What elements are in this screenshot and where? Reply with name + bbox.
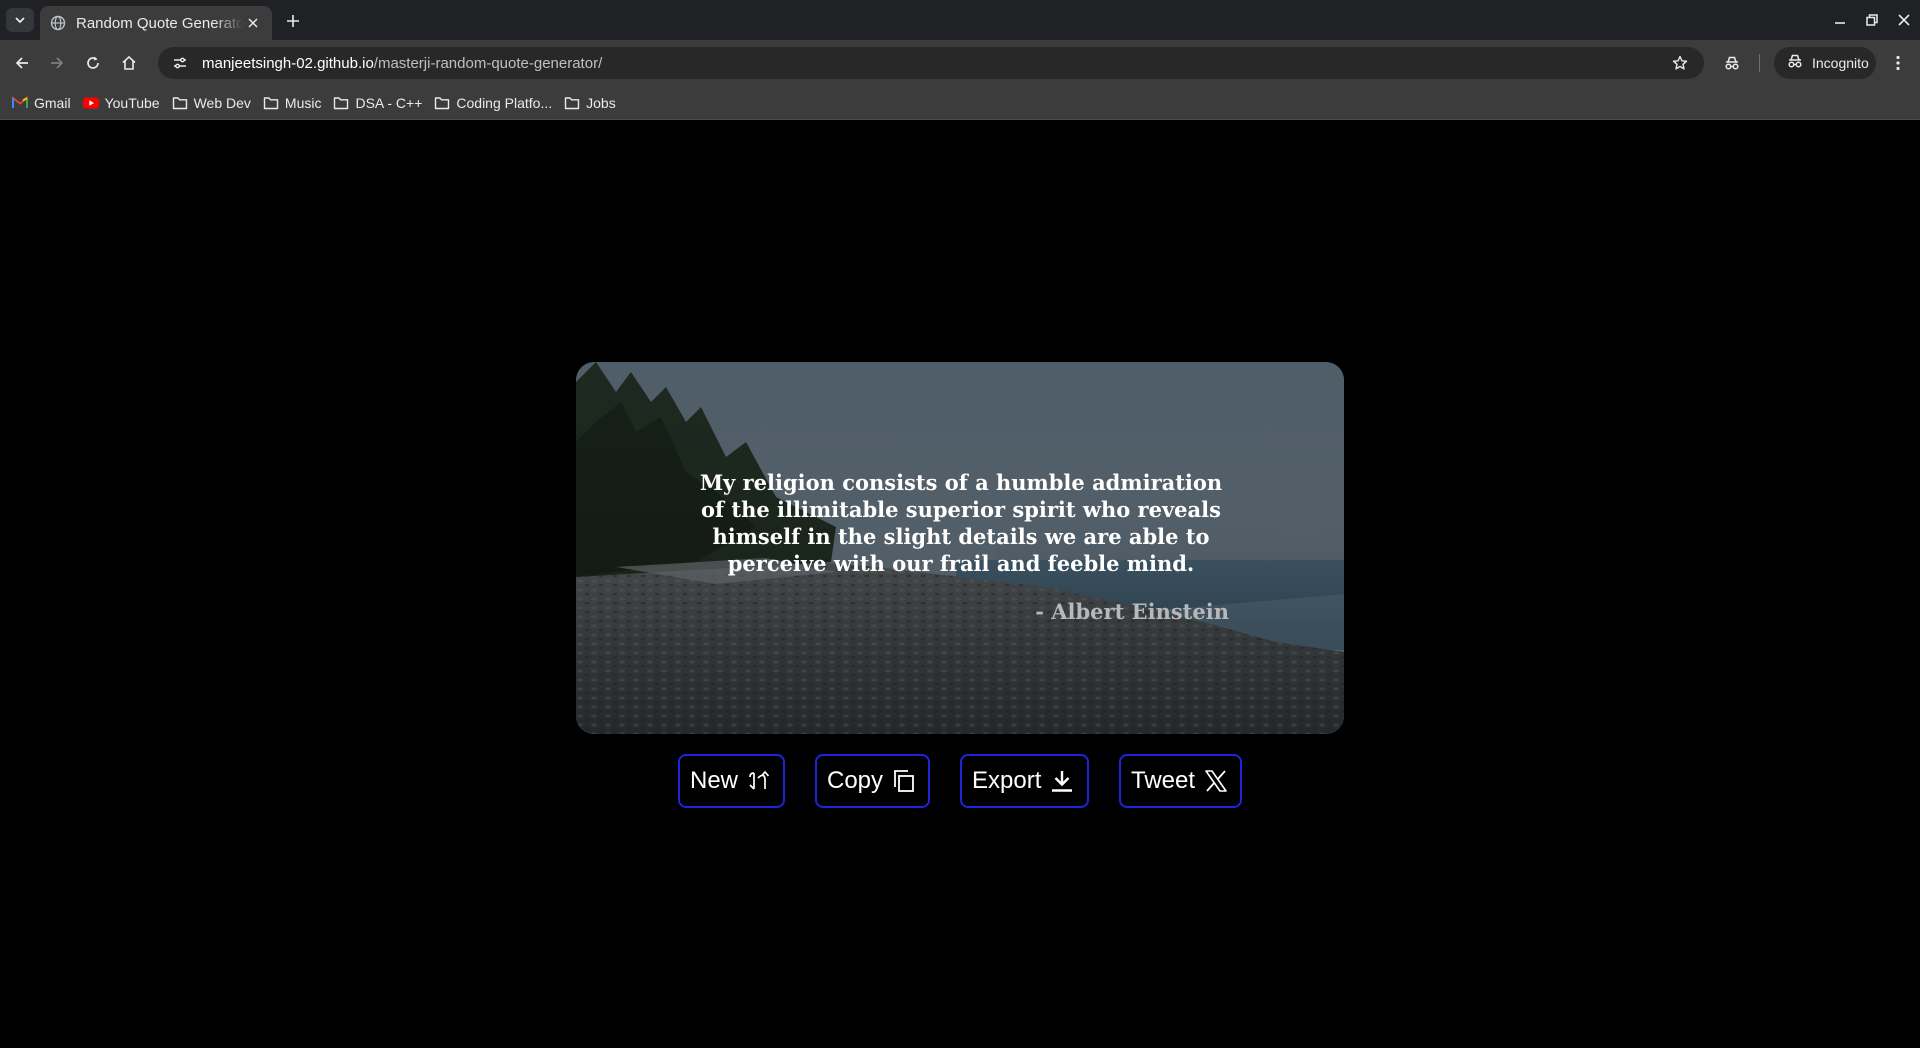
url-host: manjeetsingh-02.github.io xyxy=(202,54,374,72)
restore-button[interactable] xyxy=(1856,0,1888,40)
bookmark-label: DSA - C++ xyxy=(355,94,423,111)
back-button[interactable] xyxy=(10,51,34,75)
bookmark-label: Gmail xyxy=(34,94,71,111)
incognito-extension-icon[interactable] xyxy=(1720,51,1744,75)
home-button[interactable] xyxy=(117,51,141,75)
refresh-arrows-icon xyxy=(746,768,772,794)
tab-title: Random Quote Generator xyxy=(76,14,244,32)
export-quote-button[interactable]: Export xyxy=(960,754,1089,808)
minimize-button[interactable] xyxy=(1824,0,1856,40)
arrow-left-icon xyxy=(15,57,28,69)
quote-author: - Albert Einstein xyxy=(1035,599,1229,624)
restore-icon xyxy=(1866,14,1878,26)
bookmark-label: YouTube xyxy=(104,94,160,111)
bookmark-item[interactable]: Jobs xyxy=(562,89,624,117)
arrow-right-icon xyxy=(51,57,64,69)
minimize-icon xyxy=(1835,22,1845,24)
tab-search-button[interactable] xyxy=(6,8,34,32)
kebab-menu-icon xyxy=(1896,55,1900,71)
folder-icon xyxy=(263,95,279,111)
bookmark-label: Coding Platfo... xyxy=(456,94,553,111)
quote-card: My religion consists of a humble admirat… xyxy=(576,362,1344,734)
folder-icon xyxy=(172,95,188,111)
reload-icon xyxy=(87,56,99,69)
toolbar-divider xyxy=(1759,54,1760,72)
download-icon xyxy=(1049,768,1075,794)
bookmarks-bar: Gmail YouTube Web Dev Music DSA - C++ Coding … xyxy=(0,86,1920,120)
globe-icon xyxy=(50,15,66,31)
forward-button[interactable] xyxy=(45,51,69,75)
close-tab-icon[interactable] xyxy=(244,14,262,32)
close-icon xyxy=(1898,14,1910,26)
bookmark-star-icon[interactable] xyxy=(1668,51,1692,75)
bookmark-label: Music xyxy=(284,94,322,111)
export-quote-label: Export xyxy=(972,767,1042,794)
bookmark-label: Jobs xyxy=(586,94,616,111)
incognito-label: Incognito xyxy=(1812,55,1869,71)
new-quote-label: New xyxy=(690,767,739,794)
site-info-icon[interactable] xyxy=(166,51,194,75)
page-content: My religion consists of a humble admirat… xyxy=(0,121,1920,1048)
copy-quote-label: Copy xyxy=(827,767,884,794)
folder-icon xyxy=(333,95,349,111)
folder-icon xyxy=(434,95,450,111)
action-buttons: New Copy Export Tweet xyxy=(0,754,1920,808)
chevron-down-icon xyxy=(15,17,25,24)
close-window-button[interactable] xyxy=(1888,0,1920,40)
active-tab[interactable]: Random Quote Generator xyxy=(40,6,272,40)
bookmark-item[interactable]: Music xyxy=(261,89,330,117)
tab-strip: Random Quote Generator xyxy=(0,0,1920,40)
bookmark-item[interactable]: DSA - C++ xyxy=(331,89,430,117)
folder-icon xyxy=(564,95,580,111)
incognito-badge[interactable]: Incognito xyxy=(1774,47,1876,79)
bookmark-item[interactable]: Gmail xyxy=(10,89,79,117)
bookmark-label: Web Dev xyxy=(193,94,251,111)
home-icon xyxy=(122,55,136,70)
reload-button[interactable] xyxy=(81,51,105,75)
bookmark-item[interactable]: Coding Platfo... xyxy=(432,89,560,117)
youtube-icon xyxy=(82,95,99,111)
url-text: manjeetsingh-02.github.io/masterji-rando… xyxy=(202,55,602,72)
new-quote-button[interactable]: New xyxy=(678,754,785,808)
url-path: /masterji-random-quote-generator/ xyxy=(373,54,603,72)
copy-icon xyxy=(891,768,917,794)
address-bar[interactable]: manjeetsingh-02.github.io/masterji-rando… xyxy=(158,47,1704,79)
gmail-icon xyxy=(12,95,28,111)
tweet-quote-label: Tweet xyxy=(1131,767,1196,794)
quote-text: My religion consists of a humble admirat… xyxy=(699,470,1223,576)
new-tab-button[interactable] xyxy=(282,10,304,32)
tweet-quote-button[interactable]: Tweet xyxy=(1119,754,1242,808)
x-logo-icon xyxy=(1203,768,1229,794)
plus-icon xyxy=(287,15,299,27)
copy-quote-button[interactable]: Copy xyxy=(815,754,930,808)
browser-menu-button[interactable] xyxy=(1886,51,1910,75)
bookmark-item[interactable]: YouTube xyxy=(81,89,168,117)
bookmark-item[interactable]: Web Dev xyxy=(170,89,259,117)
incognito-icon xyxy=(1786,53,1804,73)
